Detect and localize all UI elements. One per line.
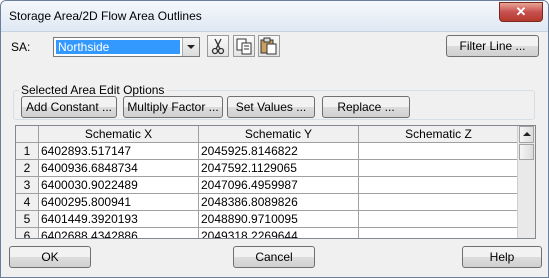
cell-z[interactable] xyxy=(359,228,519,238)
copy-icon xyxy=(236,38,252,55)
cell-z[interactable] xyxy=(359,194,519,211)
vertical-scrollbar[interactable] xyxy=(517,126,535,238)
cell-y[interactable]: 2047592.1129065 xyxy=(199,160,359,177)
cell-x[interactable]: 6402893.517147 xyxy=(39,143,199,160)
filter-line-button[interactable]: Filter Line ... xyxy=(446,35,539,57)
row-number[interactable]: 2 xyxy=(16,160,39,177)
window-title: Storage Area/2D Flow Area Outlines xyxy=(9,9,202,23)
chevron-down-icon[interactable] xyxy=(182,38,199,56)
cell-y[interactable]: 2047096.4959987 xyxy=(199,177,359,194)
cell-z[interactable] xyxy=(359,211,519,228)
replace-button[interactable]: Replace ... xyxy=(322,96,410,118)
column-header-schematic-z[interactable]: Schematic Z xyxy=(359,126,519,143)
row-number[interactable]: 5 xyxy=(16,211,39,228)
title-bar[interactable]: Storage Area/2D Flow Area Outlines ✕ xyxy=(1,1,548,32)
cell-x[interactable]: 6400030.9022489 xyxy=(39,177,199,194)
close-button[interactable]: ✕ xyxy=(499,2,543,22)
paste-button[interactable] xyxy=(258,35,280,57)
cell-z[interactable] xyxy=(359,143,519,160)
row-number[interactable]: 1 xyxy=(16,143,39,160)
copy-button[interactable] xyxy=(233,35,255,57)
scrollbar-thumb[interactable] xyxy=(519,144,534,160)
cell-x[interactable]: 6400936.6848734 xyxy=(39,160,199,177)
row-number[interactable]: 6 xyxy=(16,228,39,238)
cell-z[interactable] xyxy=(359,177,519,194)
cell-z[interactable] xyxy=(359,160,519,177)
scissors-icon xyxy=(211,38,225,55)
paste-icon xyxy=(260,37,277,55)
cell-y[interactable]: 2048386.8089826 xyxy=(199,194,359,211)
row-number[interactable]: 4 xyxy=(16,194,39,211)
table-corner-header[interactable] xyxy=(16,126,39,143)
cut-button[interactable] xyxy=(207,35,229,57)
set-values-button[interactable]: Set Values ... xyxy=(227,96,315,118)
cell-y[interactable]: 2048890.9710095 xyxy=(199,211,359,228)
edit-options-legend: Selected Area Edit Options xyxy=(19,83,167,97)
cell-x[interactable]: 6400295.800941 xyxy=(39,194,199,211)
row-number[interactable]: 3 xyxy=(16,177,39,194)
coordinates-table[interactable]: Schematic X Schematic Y Schematic Z 1 64… xyxy=(15,125,536,239)
column-header-schematic-y[interactable]: Schematic Y xyxy=(199,126,359,143)
sa-dropdown[interactable]: Northside xyxy=(53,37,200,57)
dialog-window: Storage Area/2D Flow Area Outlines ✕ SA:… xyxy=(0,0,549,278)
add-constant-button[interactable]: Add Constant ... xyxy=(21,96,117,118)
cancel-button[interactable]: Cancel xyxy=(233,246,315,268)
scroll-up-arrow-icon[interactable] xyxy=(519,126,534,143)
cell-x[interactable]: 6401449.3920193 xyxy=(39,211,199,228)
cell-x[interactable]: 6402688.4342886 xyxy=(39,228,199,238)
column-header-schematic-x[interactable]: Schematic X xyxy=(39,126,199,143)
multiply-factor-button[interactable]: Multiply Factor ... xyxy=(123,96,223,118)
sa-label: SA: xyxy=(11,40,31,54)
cell-y[interactable]: 2045925.8146822 xyxy=(199,143,359,160)
cell-y[interactable]: 2049318.2269644 xyxy=(199,228,359,238)
sa-selected-value: Northside xyxy=(56,40,180,54)
help-button[interactable]: Help xyxy=(462,246,542,268)
ok-button[interactable]: OK xyxy=(9,246,91,268)
